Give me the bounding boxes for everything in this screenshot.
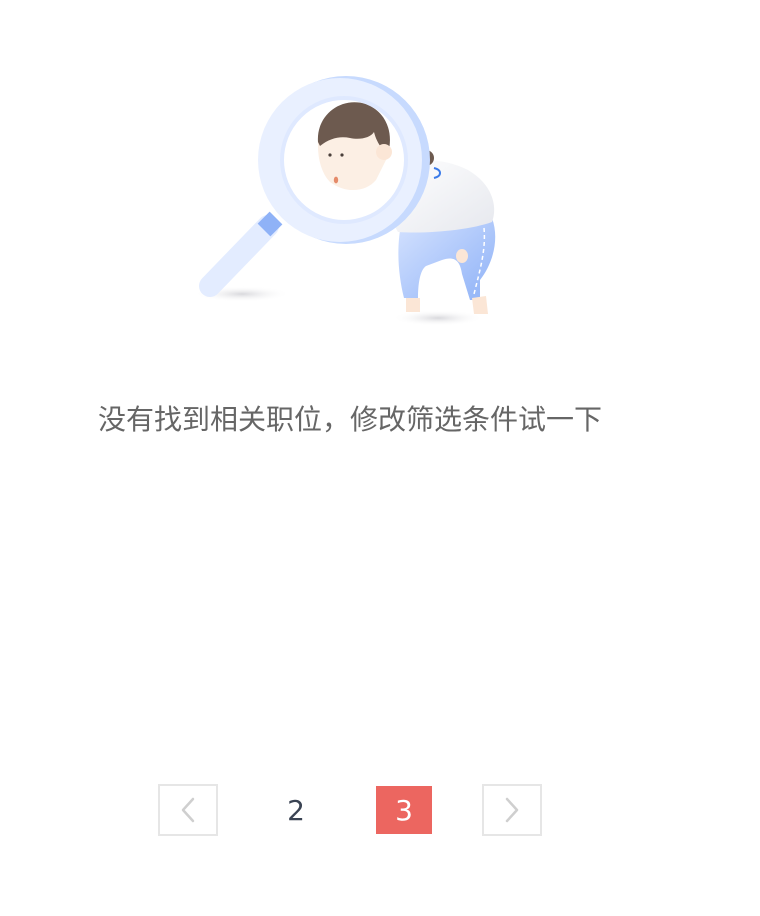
next-page-button[interactable]: [482, 784, 542, 836]
magnifier-person-illustration: [194, 76, 496, 326]
page-2-button[interactable]: 2: [268, 786, 324, 834]
pagination: 2 3: [0, 784, 760, 836]
prev-page-button[interactable]: [158, 784, 218, 836]
page-3-button-current[interactable]: 3: [376, 786, 432, 834]
empty-state-illustration: [180, 60, 520, 340]
page: 没有找到相关职位，修改筛选条件试一下 2 3: [0, 0, 760, 916]
chevron-right-icon: [505, 797, 519, 823]
empty-state-message: 没有找到相关职位，修改筛选条件试一下: [98, 403, 603, 436]
chevron-left-icon: [181, 797, 195, 823]
